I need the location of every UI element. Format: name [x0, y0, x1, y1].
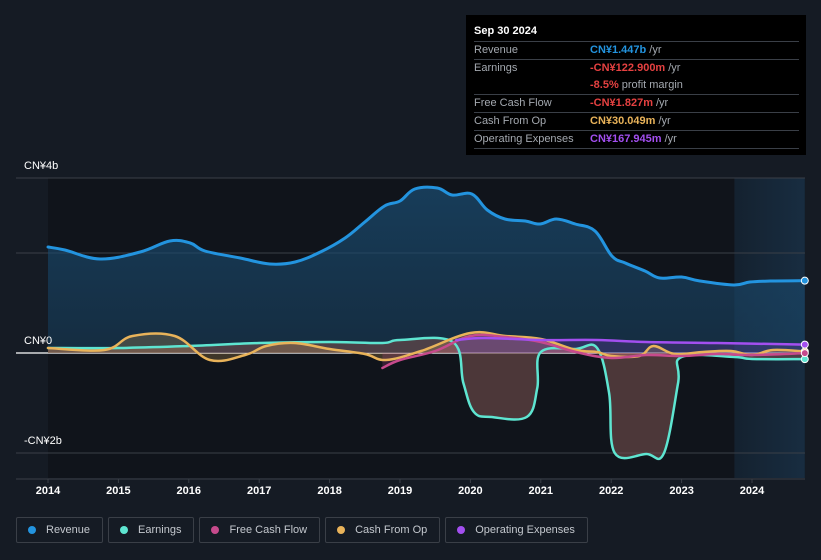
tooltip-value: -8.5%: [590, 79, 619, 91]
tooltip-suffix: profit margin: [621, 79, 683, 91]
x-tick-label: 2016: [176, 485, 202, 497]
legend-dot-icon: [457, 526, 466, 534]
tooltip-suffix: /yr: [668, 62, 681, 74]
legend-item-operating-expenses[interactable]: Operating Expenses: [445, 517, 588, 543]
tooltip-suffix: /yr: [649, 44, 662, 56]
tooltip-label: Cash From Op: [474, 115, 547, 127]
legend-label: Operating Expenses: [475, 524, 575, 536]
operating-expenses-endpoint: [800, 340, 809, 349]
legend-dot-icon: [120, 526, 129, 534]
tooltip-suffix: /yr: [658, 115, 671, 127]
x-tick-label: 2021: [528, 485, 554, 497]
tooltip-panel: Sep 30 2024 Revenue CN¥1.447b /yr Earnin…: [466, 15, 806, 155]
tooltip-row-revenue: Revenue CN¥1.447b /yr: [474, 42, 799, 60]
tooltip-label: Earnings: [474, 62, 518, 74]
tooltip-row-profit-margin: -8.5% profit margin: [474, 77, 799, 95]
legend-label: Cash From Op: [355, 524, 428, 536]
x-tick-label: 2017: [246, 485, 272, 497]
revenue-endpoint: [800, 276, 809, 285]
x-tick-label: 2015: [106, 485, 131, 497]
x-tick-label: 2014: [35, 485, 61, 497]
legend-label: Free Cash Flow: [229, 524, 308, 536]
free-cash-flow-endpoint: [800, 349, 809, 358]
x-tick-label: 2019: [387, 485, 413, 497]
y-tick-label: CN¥4b: [24, 160, 59, 172]
tooltip-row-operating-expenses: Operating Expenses CN¥167.945m /yr: [474, 131, 799, 149]
legend-item-revenue[interactable]: Revenue: [16, 517, 104, 543]
tooltip-label: Operating Expenses: [474, 133, 574, 145]
tooltip-label: Revenue: [474, 44, 519, 56]
tooltip-date: Sep 30 2024: [474, 23, 799, 42]
tooltip-row-free-cash-flow: Free Cash Flow -CN¥1.827m /yr: [474, 95, 799, 113]
legend-dot-icon: [28, 526, 36, 534]
tooltip-suffix: /yr: [664, 133, 677, 145]
legend-dot-icon: [211, 526, 220, 534]
tooltip-suffix: /yr: [655, 97, 669, 109]
x-tick-label: 2022: [598, 485, 624, 497]
y-tick-label: CN¥0: [24, 335, 53, 347]
tooltip-value: CN¥1.447b: [590, 44, 647, 56]
legend-dot-icon: [337, 526, 346, 534]
y-tick-label: -CN¥2b: [24, 435, 62, 447]
tooltip-value: CN¥167.945m: [590, 133, 662, 145]
legend-item-earnings[interactable]: Earnings: [108, 517, 195, 543]
tooltip-value: -CN¥122.900m: [590, 62, 666, 74]
tooltip-row-earnings: Earnings -CN¥122.900m /yr: [474, 60, 799, 77]
legend-label: Revenue: [46, 524, 91, 536]
legend-item-cash-from-op[interactable]: Cash From Op: [325, 517, 441, 543]
x-tick-label: 2020: [458, 485, 483, 497]
tooltip-value: CN¥30.049m: [590, 115, 656, 127]
tooltip-label: Free Cash Flow: [474, 97, 552, 109]
x-tick-label: 2023: [669, 485, 694, 497]
tooltip-value: -CN¥1.827m: [590, 97, 653, 109]
legend-label: Earnings: [138, 524, 182, 536]
tooltip-label: [474, 77, 590, 94]
x-tick-label: 2018: [317, 485, 342, 497]
tooltip-row-cash-from-op: Cash From Op CN¥30.049m /yr: [474, 113, 799, 131]
chart-legend: Revenue Earnings Free Cash Flow Cash Fro…: [16, 517, 588, 543]
legend-item-free-cash-flow[interactable]: Free Cash Flow: [199, 517, 321, 543]
x-tick-label: 2024: [739, 485, 765, 497]
